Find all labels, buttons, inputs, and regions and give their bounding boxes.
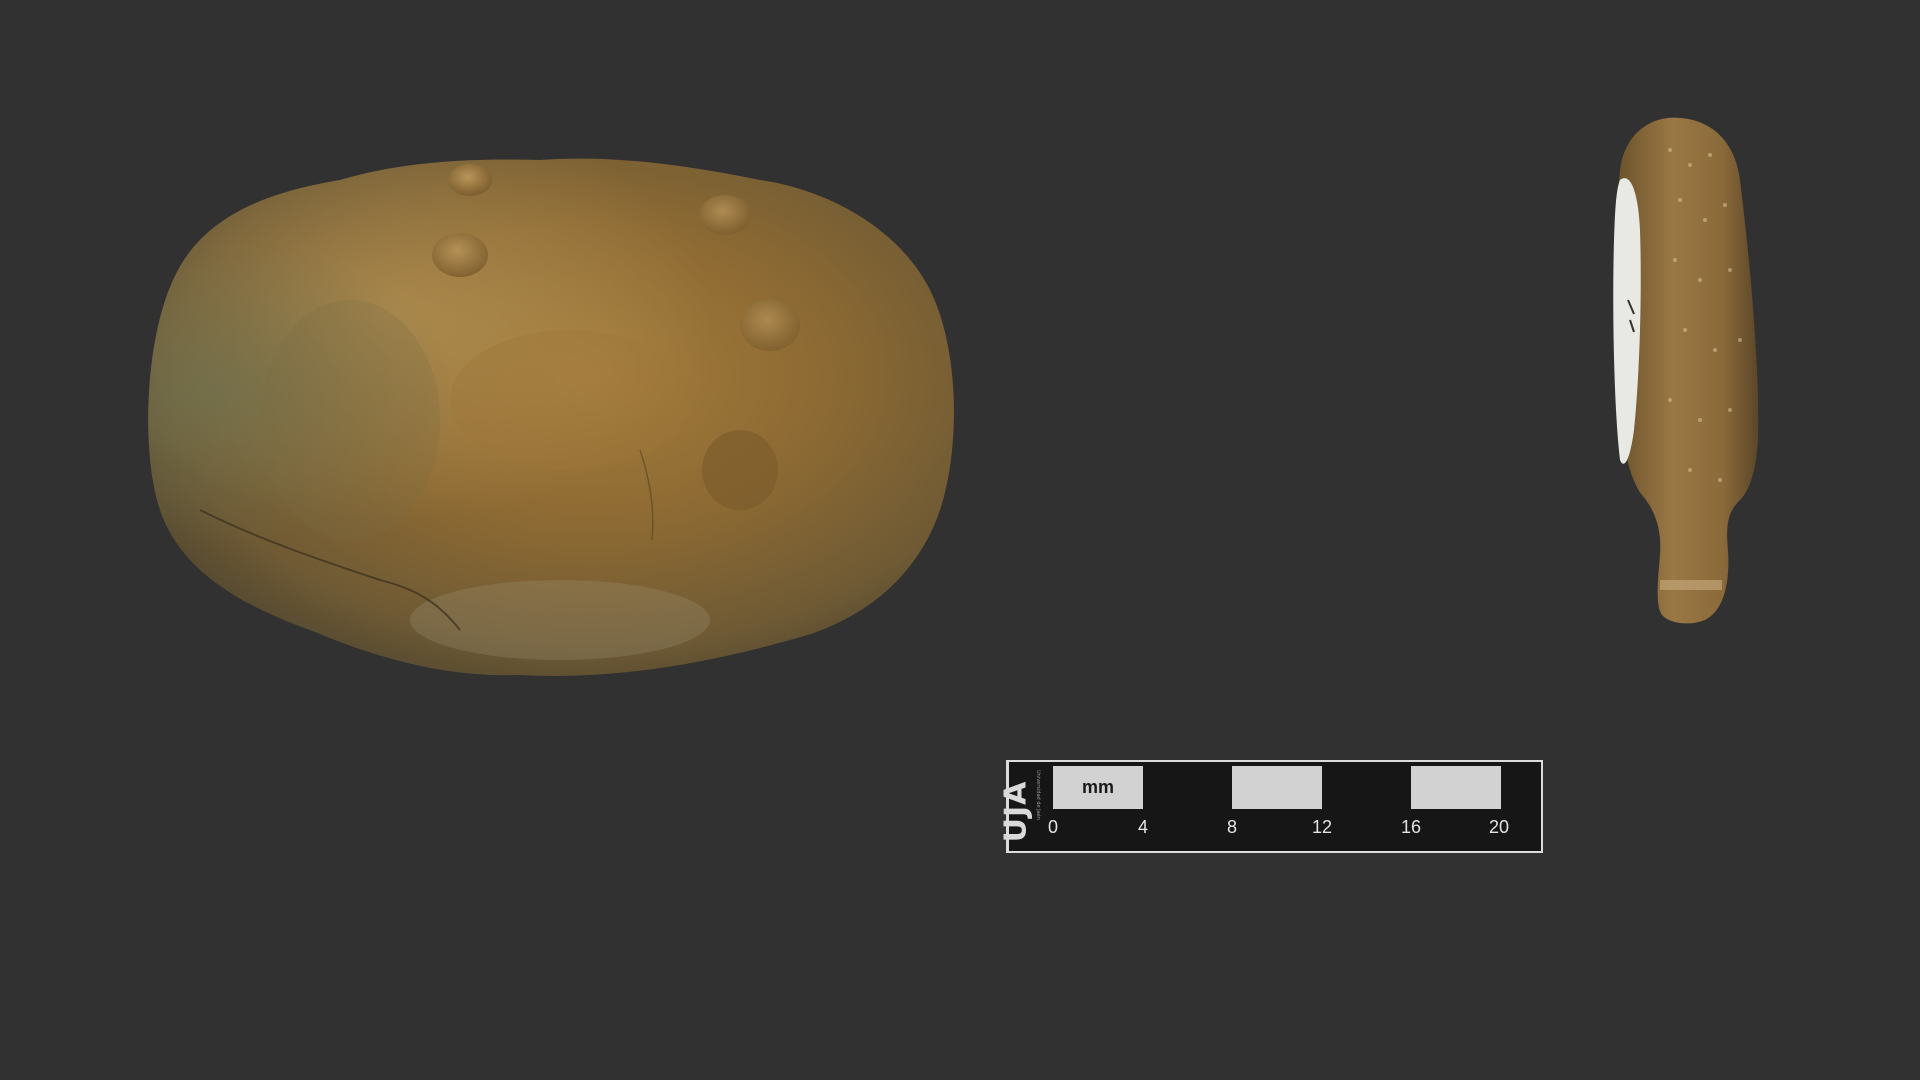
logo-text: UJA bbox=[998, 780, 1034, 843]
scale-unit-label: mm bbox=[1081, 777, 1114, 797]
scale-segment-light: mm bbox=[1053, 766, 1143, 809]
scale-tick-label: 20 bbox=[1488, 817, 1510, 837]
fossil-side-view-image bbox=[1613, 117, 1759, 624]
scale-tick-label: 4 bbox=[1137, 817, 1149, 837]
scale-bar: UJA Universidad de Jaén mm 0 4 8 12 16 2… bbox=[998, 760, 1543, 853]
scale-tick-label: 8 bbox=[1226, 817, 1238, 837]
fossil-top-view-image bbox=[148, 158, 954, 676]
scale-tick-label: 12 bbox=[1311, 817, 1333, 837]
scale-tick-label: 0 bbox=[1047, 817, 1059, 837]
scale-segment-light bbox=[1411, 766, 1501, 809]
scale-segment-light bbox=[1232, 766, 1322, 809]
scale-tick-label: 16 bbox=[1400, 817, 1422, 837]
logo-subtext: Universidad de Jaén bbox=[1035, 770, 1041, 820]
specimen-photo-stage: UJA Universidad de Jaén mm 0 4 8 12 16 2… bbox=[0, 0, 1920, 1080]
university-logo: UJA Universidad de Jaén bbox=[998, 768, 1043, 848]
